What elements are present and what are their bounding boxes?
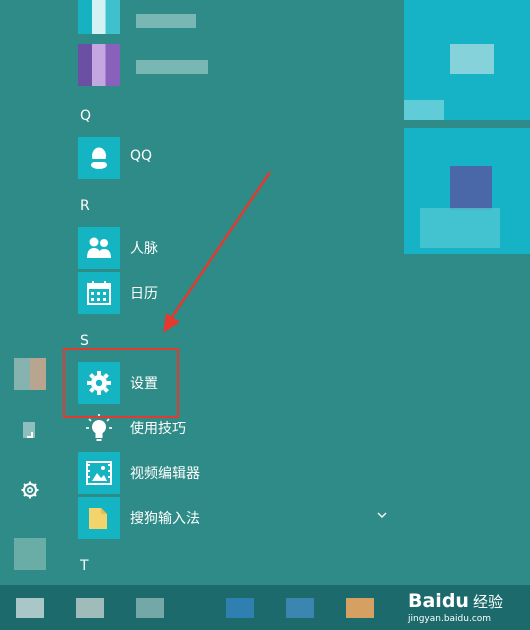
document-icon (23, 422, 35, 438)
taskbar-item[interactable] (346, 598, 374, 618)
film-image-icon (86, 461, 112, 485)
gear-icon (21, 481, 39, 499)
qq-penguin-icon (91, 147, 107, 169)
app-sogou-input[interactable]: 搜狗输入法 (78, 497, 398, 539)
app-tile (78, 44, 120, 86)
app-qq[interactable]: QQ (78, 137, 398, 179)
watermark-logo: Baidu (408, 590, 469, 612)
section-header-s[interactable]: S (80, 333, 89, 349)
section-header-q[interactable]: Q (80, 108, 91, 124)
app-label: QQ (130, 148, 153, 164)
app-people[interactable]: 人脉 (78, 227, 398, 269)
app-video-editor[interactable]: 视频编辑器 (78, 452, 398, 494)
taskbar-item[interactable] (136, 598, 164, 618)
app-label: 日历 (130, 286, 158, 302)
folder-icon (89, 508, 107, 529)
app-label: 人脉 (130, 241, 158, 257)
taskbar-item[interactable] (226, 598, 254, 618)
app-tile (78, 137, 120, 179)
chevron-down-icon[interactable] (376, 509, 388, 521)
app-tile (78, 0, 120, 34)
app-tile (78, 227, 120, 269)
app-label-obscured (136, 14, 196, 28)
people-icon (87, 237, 111, 258)
app-tile (78, 497, 120, 539)
app-tile (78, 272, 120, 314)
live-tile[interactable] (404, 0, 530, 120)
section-header-t[interactable]: T (80, 558, 89, 574)
list-item[interactable] (78, 44, 398, 86)
documents-button[interactable] (14, 414, 46, 446)
baidu-watermark: Baidu 经验 jingyan.baidu.com (378, 582, 530, 630)
app-calendar[interactable]: 日历 (78, 272, 398, 314)
watermark-label: 经验 (473, 593, 504, 611)
calendar-icon (87, 281, 111, 305)
watermark-url: jingyan.baidu.com (408, 614, 492, 624)
start-left-rail (0, 0, 62, 585)
list-item[interactable] (78, 0, 398, 42)
app-label-obscured (136, 60, 208, 74)
start-button[interactable] (16, 598, 44, 618)
app-list: Q QQ R 人脉 日历 S 设置 使用技巧 视频编辑器 搜狗输入法 T (62, 0, 392, 585)
section-header-r[interactable]: R (80, 198, 90, 214)
highlight-box (63, 348, 179, 418)
user-avatar[interactable] (14, 358, 46, 390)
lightbulb-icon (86, 414, 112, 441)
taskbar-item[interactable] (76, 598, 104, 618)
app-label: 使用技巧 (130, 421, 186, 437)
app-label: 视频编辑器 (130, 466, 200, 482)
taskbar-item[interactable] (286, 598, 314, 618)
live-tiles-panel (404, 0, 530, 585)
settings-rail-button[interactable] (14, 474, 46, 506)
live-tile[interactable] (404, 128, 530, 254)
app-tile (78, 452, 120, 494)
power-button[interactable] (14, 538, 46, 570)
app-label: 搜狗输入法 (130, 511, 200, 527)
